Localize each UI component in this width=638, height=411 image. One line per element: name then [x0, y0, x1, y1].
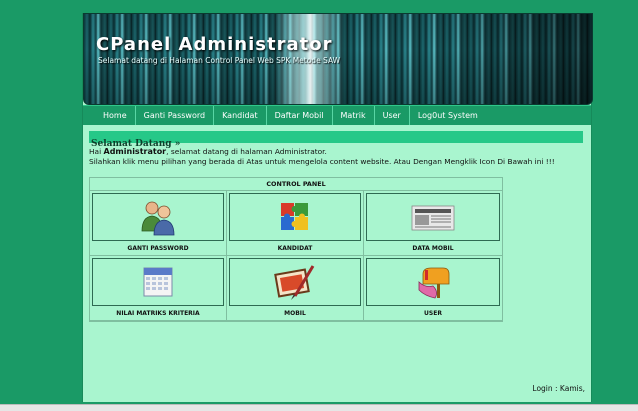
cp-icon-frame [366, 193, 500, 241]
nav-ganti-password[interactable]: Ganti Password [136, 106, 215, 125]
cp-icon-frame [92, 193, 224, 241]
cp-label: DATA MOBIL [412, 245, 454, 252]
greeting-suffix: , selamat datang di halaman Administrato… [166, 147, 327, 156]
nav-user[interactable]: User [375, 106, 410, 125]
cp-mobil[interactable]: MOBIL [227, 256, 364, 321]
control-panel-grid: GANTI PASSWORD KANDIDAT DATA MOBIL NILAI… [90, 191, 502, 321]
paint-brush-icon [274, 265, 315, 300]
main-nav: Home Ganti Password Kandidat Daftar Mobi… [83, 105, 591, 125]
welcome-heading-bar: Selamat Datang » [89, 131, 583, 149]
cp-data-mobil[interactable]: DATA MOBIL [364, 191, 502, 256]
cp-label: USER [424, 310, 442, 317]
cp-nilai-matriks[interactable]: NILAI MATRIKS KRITERIA [90, 256, 227, 321]
login-status: Login : Kamis, [532, 384, 585, 393]
puzzle-icon [281, 203, 308, 230]
header-banner: CPanel Administrator Selamat datang di H… [83, 13, 593, 105]
users-icon [141, 201, 175, 236]
instructions: Silahkan klik menu pilihan yang berada d… [89, 157, 555, 166]
cp-label: KANDIDAT [277, 245, 313, 252]
nav-daftar-mobil[interactable]: Daftar Mobil [267, 106, 333, 125]
nav-matrik[interactable]: Matrik [333, 106, 375, 125]
cp-kandidat[interactable]: KANDIDAT [227, 191, 364, 256]
nav-home[interactable]: Home [95, 106, 136, 125]
cp-icon-frame [92, 258, 224, 306]
username: Administrator [103, 147, 167, 156]
cp-label: MOBIL [284, 310, 306, 317]
control-panel: CONTROL PANEL GANTI PASSWORD KANDIDAT DA… [89, 177, 503, 322]
nav-logout[interactable]: Log0ut System [410, 106, 486, 125]
app-subtitle: Selamat datang di Halaman Control Panel … [98, 56, 341, 65]
nav-kandidat[interactable]: Kandidat [214, 106, 267, 125]
cp-user[interactable]: USER [364, 256, 502, 321]
cp-icon-frame [229, 258, 361, 306]
mailbox-icon [418, 267, 450, 299]
newspaper-icon [411, 205, 455, 231]
app-title: CPanel Administrator [96, 34, 333, 55]
page-container: CPanel Administrator Selamat datang di H… [82, 13, 593, 402]
cp-icon-frame [229, 193, 361, 241]
cp-label: GANTI PASSWORD [127, 245, 189, 252]
cp-label: NILAI MATRIKS KRITERIA [116, 310, 200, 317]
cp-icon-frame [366, 258, 500, 306]
greeting-prefix: Hai [89, 147, 104, 156]
control-panel-title: CONTROL PANEL [90, 178, 502, 191]
intro-text: Hai Administrator, selamat datang di hal… [89, 147, 583, 167]
calendar-icon [143, 267, 173, 297]
cp-ganti-password[interactable]: GANTI PASSWORD [90, 191, 227, 256]
